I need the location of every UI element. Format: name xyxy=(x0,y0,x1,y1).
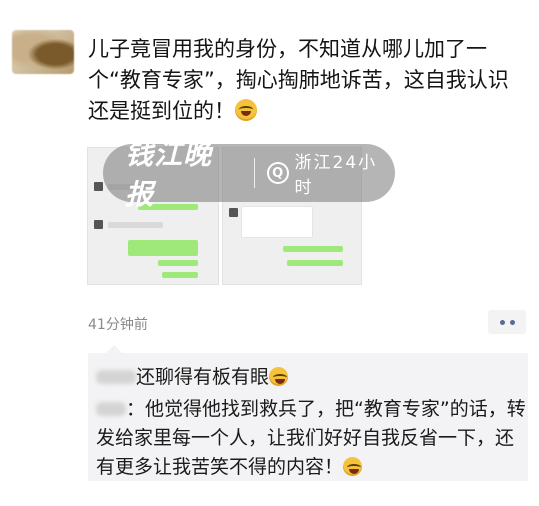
watermark-divider xyxy=(253,158,255,188)
post-text: 儿子竟冒用我的身份，不知道从哪儿加了一个“教育专家”，掏心掏肺地诉苦，这自我认识… xyxy=(88,37,509,123)
dot-icon xyxy=(499,319,505,325)
comment-1[interactable]: 还聊得有板有眼 xyxy=(96,363,516,392)
commenter-name-blurred[interactable] xyxy=(96,370,136,384)
watermark-channel: 浙江24小时 xyxy=(294,153,378,198)
watermark-banner: 钱江晚报 Q 浙江24小时 xyxy=(103,138,395,211)
laughing-tears-emoji-icon xyxy=(269,367,289,386)
mini-avatar-icon xyxy=(94,182,103,191)
comment-2[interactable]: ：他觉得他找到救兵了，把“教育专家”的话，转发给家里每一个人，让我们好好自我反省… xyxy=(96,395,526,482)
laughing-tears-emoji-icon xyxy=(343,457,363,476)
avatar[interactable] xyxy=(12,30,74,74)
comment-section: 还聊得有板有眼 ：他觉得他找到救兵了，把“教育专家”的话，转发给家里每一个人，让… xyxy=(88,345,528,482)
laughing-tears-emoji-icon xyxy=(235,99,257,121)
brand-logo-icon: Q xyxy=(266,162,289,184)
dot-icon xyxy=(509,319,515,325)
more-options-button[interactable] xyxy=(488,310,526,334)
post-timestamp: 41分钟前 xyxy=(88,317,148,333)
watermark-brand: 钱江晚报 xyxy=(125,138,213,211)
commenter-name-blurred[interactable] xyxy=(96,402,126,416)
